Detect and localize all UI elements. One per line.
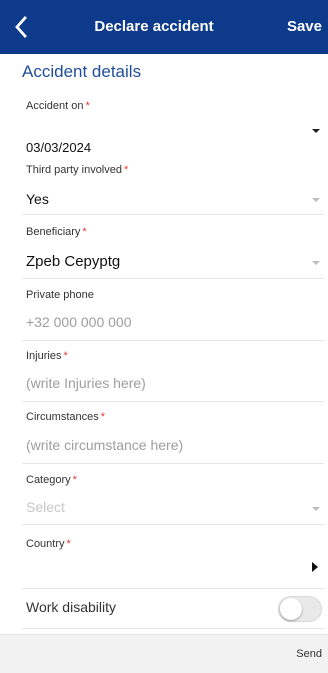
injuries-label-wrap: Injuries *	[26, 350, 68, 362]
private-phone-input[interactable]: +32 000 000 000	[26, 314, 132, 330]
chevron-down-icon	[312, 198, 320, 202]
required-mark: *	[82, 226, 87, 238]
third-party-label: Third party involved	[26, 164, 122, 176]
third-party-field[interactable]: Third party involved * Yes	[22, 158, 324, 215]
circumstances-field[interactable]: Circumstances * (write circumstance here)	[22, 402, 324, 464]
chevron-down-icon	[312, 261, 320, 265]
send-button[interactable]: Send	[296, 635, 322, 673]
required-mark: *	[100, 411, 106, 423]
accident-on-label: Accident on	[26, 100, 84, 112]
beneficiary-field[interactable]: Beneficiary * Zpeb Cepyptg	[22, 215, 324, 279]
app-header: Declare accident Save	[0, 0, 328, 54]
injuries-input[interactable]: (write Injuries here)	[26, 375, 146, 391]
private-phone-field[interactable]: Private phone +32 000 000 000	[22, 279, 324, 341]
injuries-field[interactable]: Injuries * (write Injuries here)	[22, 341, 324, 402]
back-button[interactable]	[6, 10, 36, 44]
country-label-wrap: Country *	[26, 538, 71, 550]
private-phone-label: Private phone	[26, 289, 94, 301]
injuries-label: Injuries	[26, 350, 62, 362]
circumstances-label: Circumstances	[26, 411, 99, 423]
required-mark: *	[124, 164, 129, 176]
required-mark: *	[72, 474, 77, 486]
circumstances-input[interactable]: (write circumstance here)	[26, 437, 183, 453]
work-disability-label: Work disability	[26, 599, 116, 615]
accident-on-label-wrap: Accident on *	[26, 100, 90, 112]
accident-on-field[interactable]: Accident on * 03/03/2024	[22, 96, 324, 158]
beneficiary-label-wrap: Beneficiary *	[26, 226, 87, 238]
beneficiary-value: Zpeb Cepyptg	[26, 253, 121, 270]
country-label: Country	[26, 538, 65, 550]
work-disability-toggle[interactable]	[278, 596, 322, 622]
category-field[interactable]: Category * Select	[22, 464, 324, 525]
category-label: Category	[26, 474, 71, 486]
category-select[interactable]: Select	[26, 499, 65, 515]
section-title: Accident details	[22, 62, 142, 81]
required-mark: *	[85, 100, 90, 112]
beneficiary-label: Beneficiary	[26, 226, 81, 238]
chevron-right-icon	[312, 562, 318, 572]
page-title: Declare accident	[94, 18, 214, 35]
app-root: Declare accident Save Accident details A…	[0, 0, 328, 673]
circumstances-label-wrap: Circumstances *	[26, 411, 105, 423]
work-disability-row: Work disability	[22, 589, 324, 629]
required-mark: *	[63, 350, 68, 362]
chevron-left-icon	[15, 16, 27, 38]
footer-bar: Send	[0, 634, 328, 673]
toggle-knob	[280, 598, 302, 620]
chevron-down-icon	[312, 129, 320, 133]
save-button[interactable]: Save	[287, 0, 322, 54]
third-party-label-wrap: Third party involved *	[26, 164, 128, 176]
third-party-value: Yes	[26, 191, 49, 207]
accident-on-value: 03/03/2024	[26, 140, 92, 155]
country-field[interactable]: Country *	[22, 525, 324, 589]
required-mark: *	[66, 538, 71, 550]
category-label-wrap: Category *	[26, 474, 77, 486]
chevron-down-icon	[312, 507, 320, 511]
